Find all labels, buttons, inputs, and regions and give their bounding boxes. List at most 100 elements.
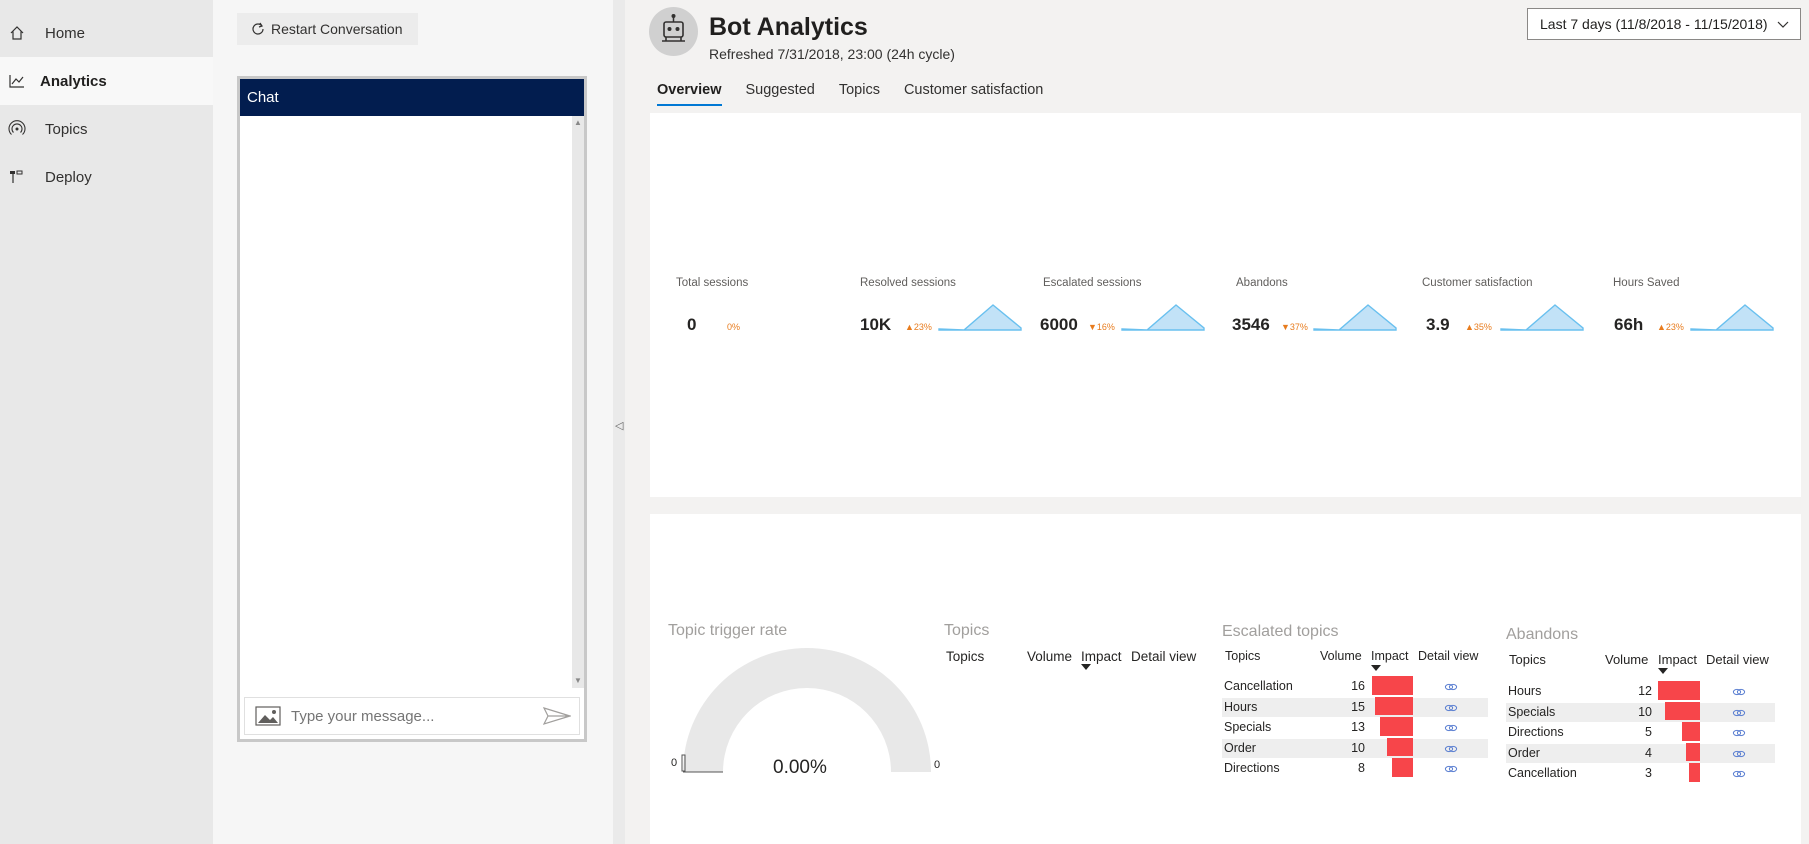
kpi-value-abandons: 3546 xyxy=(1232,315,1270,334)
image-upload-icon[interactable] xyxy=(255,706,281,726)
impact-bar xyxy=(1665,701,1700,720)
scroll-down-icon[interactable]: ▼ xyxy=(573,676,583,686)
kpi-value-customer-satisfaction: 3.9 xyxy=(1426,315,1450,334)
left-nav: Home Analytics Topics Deploy xyxy=(0,0,213,844)
topics-col-volume[interactable]: Volume xyxy=(1027,649,1072,664)
kpi-label-abandons: Abandons xyxy=(1236,277,1288,289)
kpi-delta-escalated-sessions: ▼16% xyxy=(1088,322,1115,332)
delta-up-icon: ▲ xyxy=(1657,322,1666,332)
kpi-label-resolved-sessions: Resolved sessions xyxy=(860,277,956,289)
kpi-delta-hours-saved: ▲23% xyxy=(1657,322,1684,332)
topics-table-title: Topics xyxy=(944,622,990,639)
detail-view-link-icon[interactable] xyxy=(1444,741,1458,752)
tab-topics[interactable]: Topics xyxy=(839,82,880,106)
abandons-col-topics[interactable]: Topics xyxy=(1509,652,1546,667)
topics-icon xyxy=(8,120,26,135)
deploy-icon xyxy=(10,170,23,183)
gauge-title: Topic trigger rate xyxy=(668,622,788,639)
gauge-value: 0.00% xyxy=(773,757,827,778)
date-range-value: Last 7 days (11/8/2018 - 11/15/2018) xyxy=(1540,16,1768,32)
message-input[interactable] xyxy=(291,707,531,725)
abandons-col-impact[interactable]: Impact xyxy=(1658,652,1697,667)
gauge-min: 0 xyxy=(671,757,678,769)
kpi-label-escalated-sessions: Escalated sessions xyxy=(1043,277,1142,289)
kpi-sparkline-escalated-sessions xyxy=(1121,304,1205,331)
chat-pane: Restart Conversation Chat ▲ ▼ xyxy=(213,0,613,844)
message-composer xyxy=(244,697,580,735)
kpi-delta-total-sessions: 0% xyxy=(727,322,741,332)
impact-bar xyxy=(1387,737,1413,756)
kpi-label-customer-satisfaction: Customer satisfaction xyxy=(1422,277,1533,289)
table-row-volume: 8 xyxy=(1358,761,1365,775)
refresh-icon xyxy=(252,22,264,35)
topics-col-topics[interactable]: Topics xyxy=(946,649,984,664)
escalated-col-topics[interactable]: Topics xyxy=(1225,649,1260,663)
robot-icon xyxy=(662,14,685,42)
impact-bar xyxy=(1375,696,1413,715)
kpi-value-resolved-sessions: 10K xyxy=(860,315,892,334)
delta-up-icon: ▲ xyxy=(905,322,914,332)
detail-view-link-icon[interactable] xyxy=(1444,700,1458,711)
table-row-volume: 16 xyxy=(1351,679,1365,693)
nav-item-analytics[interactable]: Analytics xyxy=(0,57,213,105)
nav-item-deploy[interactable]: Deploy xyxy=(0,153,213,201)
chat-transcript[interactable] xyxy=(240,116,572,688)
kpi-delta-resolved-sessions: ▲23% xyxy=(905,322,932,332)
tab-overview[interactable]: Overview xyxy=(657,82,722,106)
impact-bar xyxy=(1380,717,1413,736)
escalated-col-detail-view[interactable]: Detail view xyxy=(1418,649,1478,663)
topics-col-impact[interactable]: Impact xyxy=(1081,649,1122,664)
date-range-dropdown[interactable]: Last 7 days (11/8/2018 - 11/15/2018) xyxy=(1527,8,1801,40)
detail-view-link-icon[interactable] xyxy=(1732,746,1746,757)
page-title: Bot Analytics xyxy=(709,13,868,41)
chat-scrollbar[interactable]: ▲ ▼ xyxy=(572,116,584,688)
detail-view-link-icon[interactable] xyxy=(1444,679,1458,691)
table-row-topic: Cancellation xyxy=(1224,679,1293,693)
nav-label-analytics: Analytics xyxy=(40,72,107,90)
delta-down-icon: ▼ xyxy=(1281,322,1290,332)
escalated-topics-title: Escalated topics xyxy=(1222,623,1339,640)
collapse-chevron-icon[interactable]: ◁ xyxy=(615,419,623,432)
table-row-volume: 15 xyxy=(1351,699,1365,714)
impact-bar xyxy=(1392,758,1413,777)
tab-suggested[interactable]: Suggested xyxy=(746,82,815,106)
abandons-col-detail-view[interactable]: Detail view xyxy=(1706,652,1769,667)
nav-label-home: Home xyxy=(45,24,86,42)
bot-avatar xyxy=(649,7,698,56)
kpi-sparkline-customer-satisfaction xyxy=(1500,304,1584,331)
impact-bar xyxy=(1372,676,1413,695)
detail-view-link-icon[interactable] xyxy=(1732,684,1746,696)
sort-desc-icon xyxy=(1081,664,1091,670)
send-icon[interactable] xyxy=(543,707,571,725)
detail-view-link-icon[interactable] xyxy=(1444,761,1458,773)
kpi-panel xyxy=(650,113,1801,497)
impact-bar xyxy=(1686,742,1700,761)
tab-customer-satisfaction[interactable]: Customer satisfaction xyxy=(904,82,1043,106)
table-row-topic: Directions xyxy=(1508,725,1564,739)
detail-view-link-icon[interactable] xyxy=(1444,720,1458,732)
table-row-volume: 3 xyxy=(1645,766,1652,780)
detail-view-link-icon[interactable] xyxy=(1732,725,1746,737)
kpi-label-total-sessions: Total sessions xyxy=(676,277,749,289)
abandons-col-volume[interactable]: Volume xyxy=(1605,652,1648,667)
escalated-col-volume[interactable]: Volume xyxy=(1320,649,1362,663)
kpi-delta-customer-satisfaction: ▲35% xyxy=(1465,322,1492,332)
restart-conversation-button[interactable]: Restart Conversation xyxy=(237,13,418,45)
kpi-sparkline-hours-saved xyxy=(1690,304,1774,331)
topics-col-detail-view[interactable]: Detail view xyxy=(1131,649,1196,664)
table-row-topic: Specials xyxy=(1224,720,1272,734)
table-row-topic: Hours xyxy=(1224,699,1258,714)
sort-desc-icon xyxy=(1658,668,1668,674)
gauge-max: 0 xyxy=(934,759,941,771)
kpi-sparkline-abandons xyxy=(1313,304,1397,331)
escalated-col-impact[interactable]: Impact xyxy=(1371,649,1409,663)
detail-view-link-icon[interactable] xyxy=(1732,705,1746,716)
impact-bar xyxy=(1689,763,1700,782)
nav-item-home[interactable]: Home xyxy=(0,9,213,57)
abandons-title: Abandons xyxy=(1506,626,1579,643)
chevron-down-icon xyxy=(1777,21,1789,28)
scroll-up-icon[interactable]: ▲ xyxy=(573,118,583,128)
detail-view-link-icon[interactable] xyxy=(1732,766,1746,778)
restart-conversation-label: Restart Conversation xyxy=(271,21,403,37)
nav-item-topics[interactable]: Topics xyxy=(0,105,213,153)
